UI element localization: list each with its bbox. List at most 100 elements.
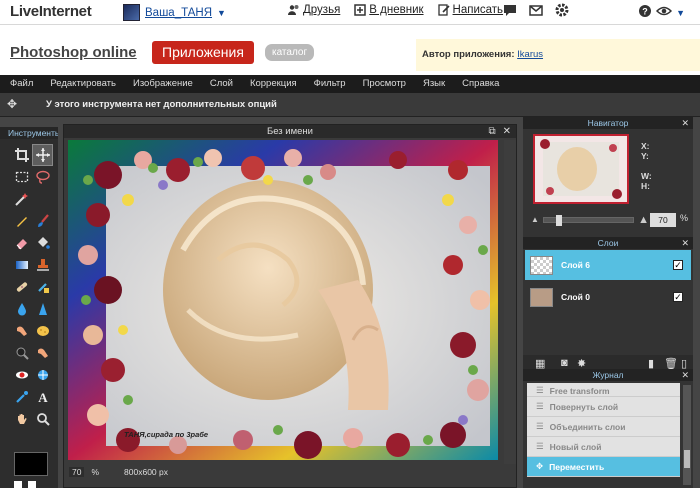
avatar[interactable] bbox=[123, 4, 140, 21]
lasso-icon[interactable] bbox=[32, 166, 53, 188]
bucket-icon[interactable] bbox=[32, 232, 53, 254]
brush-icon[interactable] bbox=[32, 210, 53, 232]
layer-thumbnail bbox=[530, 255, 553, 275]
help-icon[interactable]: ? bbox=[638, 4, 652, 21]
swap-colors-swatch[interactable] bbox=[28, 481, 36, 488]
redeye-icon[interactable] bbox=[11, 364, 32, 386]
gradient-icon[interactable] bbox=[11, 254, 32, 276]
page-title[interactable]: Photoshop online bbox=[10, 44, 137, 61]
close-icon[interactable]: ✕ bbox=[681, 237, 689, 249]
list-item[interactable]: ☰ Free transform bbox=[527, 383, 680, 397]
diary-link[interactable]: В дневник bbox=[354, 4, 424, 16]
marquee-icon[interactable] bbox=[11, 166, 32, 188]
heal-icon[interactable] bbox=[11, 276, 32, 298]
menu-file[interactable]: Файл bbox=[10, 75, 33, 93]
history-scroll-thumb[interactable] bbox=[684, 450, 690, 468]
list-item[interactable]: ☰ Повернуть слой bbox=[527, 397, 680, 417]
author-label: Автор приложения: bbox=[422, 49, 515, 60]
close-icon[interactable]: ✕ bbox=[681, 369, 689, 381]
sponge-icon[interactable] bbox=[32, 320, 53, 342]
document-zoom[interactable]: 70 bbox=[69, 467, 85, 477]
gear-icon[interactable] bbox=[555, 3, 569, 17]
bloat-icon[interactable] bbox=[32, 364, 53, 386]
navigator-thumbnail[interactable] bbox=[533, 134, 629, 204]
zoom-out-icon[interactable]: ▲ bbox=[531, 215, 539, 224]
history-step-label: Объединить слои bbox=[549, 421, 626, 432]
layers-panel: Слои ✕ Слой 6 ✓ Слой 0 ✓ ▦ ◙ ✸ ▮ 🗑 ▯ bbox=[523, 237, 693, 371]
diary-link-label: В дневник bbox=[369, 4, 424, 16]
replace-color-icon[interactable] bbox=[32, 276, 53, 298]
navigator-zoom-input[interactable]: 70 bbox=[650, 213, 676, 227]
image-canvas[interactable]: ТАНЯ,сирада по 3рабе bbox=[68, 140, 498, 460]
foreground-color-swatch[interactable] bbox=[14, 452, 48, 476]
background-color-swatch[interactable] bbox=[14, 481, 22, 488]
canvas-signature: ТАНЯ,сирада по 3рабе bbox=[124, 430, 208, 439]
document-window: Без имени ⧉ ✕ ТАНЯ,сирада по 3рабе 70 % … bbox=[63, 124, 517, 488]
menu-language[interactable]: Язык bbox=[423, 75, 445, 93]
eye-icon[interactable] bbox=[656, 5, 673, 20]
list-item[interactable]: ✥ Переместить bbox=[527, 457, 680, 477]
svg-text:A: A bbox=[38, 390, 48, 404]
toolbox-title: Инструменты bbox=[0, 127, 58, 139]
menu-help[interactable]: Справка bbox=[462, 75, 499, 93]
chevron-down-icon[interactable]: ▼ bbox=[217, 8, 226, 18]
burn-icon[interactable] bbox=[11, 342, 32, 364]
magic-wand-icon[interactable] bbox=[11, 188, 32, 210]
zoom-track[interactable] bbox=[542, 214, 635, 226]
user-name-link[interactable]: Ваша_ТАНЯ bbox=[145, 7, 212, 19]
catalog-button[interactable]: каталог bbox=[265, 44, 315, 61]
list-item[interactable]: ☰ Новый слой bbox=[527, 437, 680, 457]
history-step-label: Повернуть слой bbox=[549, 401, 619, 412]
zoom-knob[interactable] bbox=[555, 214, 562, 226]
site-logo[interactable]: LiveInternet bbox=[10, 3, 92, 20]
list-item[interactable]: ☰ Объединить слои bbox=[527, 417, 680, 437]
photo-editor: Файл Редактировать Изображение Слой Корр… bbox=[0, 75, 700, 488]
close-icon[interactable]: ✕ bbox=[681, 117, 689, 129]
move-icon[interactable] bbox=[32, 144, 53, 166]
vertical-scrollbar[interactable] bbox=[504, 140, 516, 464]
zoom-slider[interactable]: ▲ ▲ bbox=[531, 214, 649, 226]
author-link[interactable]: Ikarus bbox=[517, 49, 543, 60]
picker-icon[interactable] bbox=[11, 386, 32, 408]
menu-filter[interactable]: Фильтр bbox=[314, 75, 346, 93]
apps-button[interactable]: Приложения bbox=[152, 41, 254, 64]
menu-edit[interactable]: Редактировать bbox=[50, 75, 116, 93]
zoom-in-icon[interactable]: ▲ bbox=[638, 214, 649, 226]
layer-mask-icon[interactable]: ◙ bbox=[561, 357, 568, 369]
menu-view[interactable]: Просмотр bbox=[363, 75, 406, 93]
eraser-icon[interactable] bbox=[11, 232, 32, 254]
layer-row[interactable]: Слой 0 ✓ bbox=[525, 282, 691, 312]
menu-adjustment[interactable]: Коррекция bbox=[250, 75, 297, 93]
smudge-icon[interactable] bbox=[11, 320, 32, 342]
history-scrollbar[interactable] bbox=[683, 385, 691, 485]
write-link[interactable]: Написать bbox=[437, 4, 503, 16]
layer-visibility-checkbox[interactable]: ✓ bbox=[673, 260, 683, 270]
pencil-icon[interactable] bbox=[11, 210, 32, 232]
close-icon[interactable]: ✕ bbox=[503, 125, 511, 138]
document-status-bar: 70 % 800x600 px bbox=[64, 464, 516, 480]
blur-icon[interactable] bbox=[11, 298, 32, 320]
layer-visibility-checkbox[interactable]: ✓ bbox=[673, 292, 683, 302]
text-icon[interactable]: A bbox=[32, 386, 53, 408]
history-step-label: Переместить bbox=[549, 461, 605, 472]
menu-bar: Файл Редактировать Изображение Слой Корр… bbox=[0, 75, 700, 93]
friends-link[interactable]: Друзья bbox=[288, 4, 340, 16]
user-menu[interactable]: Ваша_ТАНЯ ▼ bbox=[123, 4, 226, 21]
tool-options-bar: ✥ У этого инструмента нет дополнительных… bbox=[0, 93, 700, 117]
zoom-icon[interactable] bbox=[32, 408, 53, 430]
stamp-icon[interactable] bbox=[32, 254, 53, 276]
menu-image[interactable]: Изображение bbox=[133, 75, 193, 93]
crop-icon[interactable] bbox=[11, 144, 32, 166]
sharpen-icon[interactable] bbox=[32, 298, 53, 320]
mail-icon[interactable] bbox=[529, 3, 543, 17]
chat-icon[interactable] bbox=[503, 3, 517, 17]
dodge-icon[interactable] bbox=[32, 342, 53, 364]
layer-row[interactable]: Слой 6 ✓ bbox=[525, 250, 691, 280]
w-label: W: bbox=[641, 171, 652, 181]
maximize-icon[interactable]: ⧉ bbox=[488, 125, 495, 138]
hand-icon[interactable] bbox=[11, 408, 32, 430]
navigator-zoom-unit: % bbox=[680, 213, 689, 223]
menu-layer[interactable]: Слой bbox=[210, 75, 233, 93]
history-step-icon: ☰ bbox=[536, 441, 544, 451]
chevron-down-icon[interactable]: ▼ bbox=[676, 8, 685, 18]
